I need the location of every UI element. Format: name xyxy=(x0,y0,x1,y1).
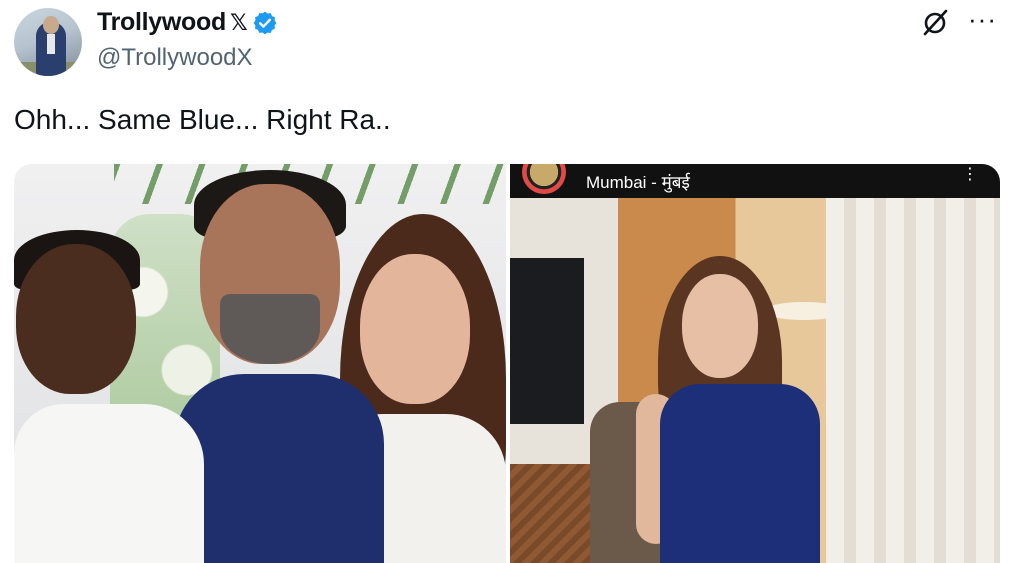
media-photo-right[interactable]: Mumbai - मुंबई ⋮ xyxy=(510,164,1000,563)
photo-person-dress xyxy=(660,384,820,563)
story-avatar xyxy=(522,164,566,194)
more-options-button[interactable]: ··· xyxy=(968,4,997,35)
author-display-name[interactable]: Trollywood xyxy=(97,8,226,37)
grok-icon[interactable] xyxy=(920,8,950,38)
media-photo-left[interactable] xyxy=(14,164,506,563)
story-location-label: Mumbai - मुंबई xyxy=(586,172,690,192)
photo-person-beard xyxy=(220,294,320,364)
verified-badge-icon xyxy=(254,11,277,34)
photo-person-face xyxy=(16,244,136,394)
story-header-bar: Mumbai - मुंबई ⋮ xyxy=(510,164,1000,198)
author-avatar[interactable] xyxy=(14,8,82,76)
author-handle[interactable]: @TrollywoodX xyxy=(97,44,253,72)
photo-tv xyxy=(510,258,584,424)
avatar-head xyxy=(43,16,59,34)
avatar-shirt xyxy=(47,34,55,54)
tweet-text: Ohh... Same Blue... Right Ra.. xyxy=(14,104,391,135)
author-name-row[interactable]: Trollywood 𝕏 xyxy=(97,8,278,37)
tweet-media-grid: Mumbai - मुंबई ⋮ xyxy=(14,164,1000,563)
photo-person-shirt xyxy=(14,404,204,563)
photo-curtain xyxy=(826,198,1000,563)
story-menu-icon: ⋮ xyxy=(962,166,978,183)
photo-person-face xyxy=(682,274,758,378)
photo-person-face xyxy=(360,254,470,404)
x-badge-icon: 𝕏 xyxy=(229,9,248,35)
photo-person-shirt xyxy=(174,374,384,563)
